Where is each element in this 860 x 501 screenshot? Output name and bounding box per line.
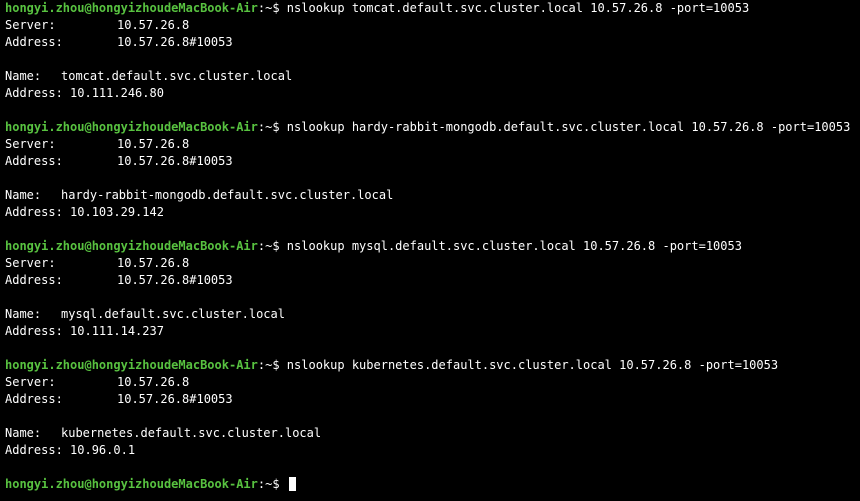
name-value: mysql.default.svc.cluster.local <box>61 307 285 321</box>
server-address-value: 10.57.26.8#10053 <box>117 392 233 406</box>
name-label: Name: <box>5 307 42 321</box>
server-label: Server: <box>5 137 56 151</box>
server-line: Server: 10.57.26.8 <box>5 374 860 391</box>
name-line: Name: mysql.default.svc.cluster.local <box>5 306 860 323</box>
prompt-cwd: :~ <box>257 120 273 134</box>
server-label: Server: <box>5 18 56 32</box>
command-text: nslookup mysql.default.svc.cluster.local… <box>286 239 742 253</box>
name-line: Name: tomcat.default.svc.cluster.local <box>5 68 860 85</box>
prompt-user-host: hongyi.zhou@hongyizhoudeMacBook-Air <box>5 239 258 253</box>
prompt-cwd: :~ <box>257 477 273 491</box>
prompt-user-host: hongyi.zhou@hongyizhoudeMacBook-Air <box>5 120 258 134</box>
command-line: hongyi.zhou@hongyizhoudeMacBook-Air:~$ n… <box>5 119 860 136</box>
prompt-cwd: :~ <box>257 358 273 372</box>
server-address-value: 10.57.26.8#10053 <box>117 154 233 168</box>
name-line: Name: hardy-rabbit-mongodb.default.svc.cl… <box>5 187 860 204</box>
server-address-line: Address: 10.57.26.8#10053 <box>5 153 860 170</box>
prompt-cwd: :~ <box>257 1 273 15</box>
name-value: tomcat.default.svc.cluster.local <box>61 69 293 83</box>
server-value: 10.57.26.8 <box>117 18 190 32</box>
server-address-line: Address: 10.57.26.8#10053 <box>5 391 860 408</box>
command-line: hongyi.zhou@hongyizhoudeMacBook-Air:~$ n… <box>5 0 860 17</box>
terminal-window[interactable]: hongyi.zhou@hongyizhoudeMacBook-Air:~$ n… <box>0 0 860 501</box>
address-value: 10.96.0.1 <box>70 443 136 457</box>
command-text: nslookup tomcat.default.svc.cluster.loca… <box>286 1 750 15</box>
prompt-symbol: $ <box>272 239 280 253</box>
address-line: Address: 10.111.246.80 <box>5 85 860 102</box>
server-value: 10.57.26.8 <box>117 256 190 270</box>
server-address-line: Address: 10.57.26.8#10053 <box>5 34 860 51</box>
name-label: Name: <box>5 188 42 202</box>
server-line: Server: 10.57.26.8 <box>5 136 860 153</box>
prompt-symbol: $ <box>272 358 280 372</box>
prompt-user-host: hongyi.zhou@hongyizhoudeMacBook-Air <box>5 358 258 372</box>
address-label: Address: <box>5 86 63 100</box>
prompt-symbol: $ <box>272 120 280 134</box>
prompt-user-host: hongyi.zhou@hongyizhoudeMacBook-Air <box>5 477 258 491</box>
prompt-symbol: $ <box>272 477 280 491</box>
server-address-label: Address: <box>5 154 63 168</box>
name-label: Name: <box>5 69 42 83</box>
name-value: kubernetes.default.svc.cluster.local <box>61 426 322 440</box>
server-address-label: Address: <box>5 273 63 287</box>
prompt-symbol: $ <box>272 1 280 15</box>
address-label: Address: <box>5 324 63 338</box>
server-label: Server: <box>5 256 56 270</box>
address-value: 10.111.246.80 <box>70 86 164 100</box>
address-label: Address: <box>5 205 63 219</box>
command-text: nslookup kubernetes.default.svc.cluster.… <box>286 358 779 372</box>
address-value: 10.111.14.237 <box>70 324 164 338</box>
prompt-user-host: hongyi.zhou@hongyizhoudeMacBook-Air <box>5 1 258 15</box>
name-value: hardy-rabbit-mongodb.default.svc.cluster… <box>61 188 394 202</box>
name-label: Name: <box>5 426 42 440</box>
server-line: Server: 10.57.26.8 <box>5 255 860 272</box>
command-line: hongyi.zhou@hongyizhoudeMacBook-Air:~$ n… <box>5 238 860 255</box>
server-address-line: Address: 10.57.26.8#10053 <box>5 272 860 289</box>
prompt-cwd: :~ <box>257 239 273 253</box>
address-line: Address: 10.103.29.142 <box>5 204 860 221</box>
command-line: hongyi.zhou@hongyizhoudeMacBook-Air:~$ n… <box>5 357 860 374</box>
address-line: Address: 10.111.14.237 <box>5 323 860 340</box>
server-address-label: Address: <box>5 35 63 49</box>
active-prompt-line[interactable]: hongyi.zhou@hongyizhoudeMacBook-Air:~$ <box>5 476 860 493</box>
server-value: 10.57.26.8 <box>117 137 190 151</box>
name-line: Name: kubernetes.default.svc.cluster.loca… <box>5 425 860 442</box>
address-label: Address: <box>5 443 63 457</box>
address-line: Address: 10.96.0.1 <box>5 442 860 459</box>
command-text: nslookup hardy-rabbit-mongodb.default.sv… <box>286 120 851 134</box>
server-address-value: 10.57.26.8#10053 <box>117 273 233 287</box>
address-value: 10.103.29.142 <box>70 205 164 219</box>
server-line: Server: 10.57.26.8 <box>5 17 860 34</box>
server-address-label: Address: <box>5 392 63 406</box>
server-value: 10.57.26.8 <box>117 375 190 389</box>
server-address-value: 10.57.26.8#10053 <box>117 35 233 49</box>
text-cursor[interactable] <box>288 477 296 491</box>
server-label: Server: <box>5 375 56 389</box>
